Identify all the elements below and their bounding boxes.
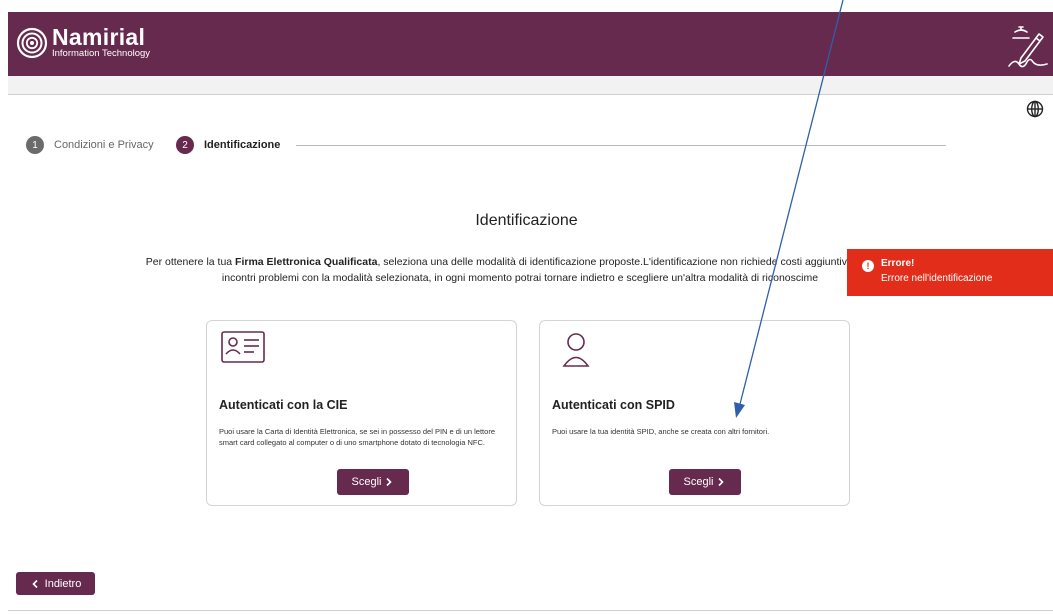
progress-stepper: 1 Condizioni e Privacy 2 Identificazione: [26, 136, 946, 154]
top-bar: Namirial Information Technology: [8, 12, 1053, 76]
step-identification: 2 Identificazione: [176, 136, 280, 154]
toast-title: Errore!: [881, 258, 915, 269]
step-label: Condizioni e Privacy: [54, 139, 154, 151]
step-number: 1: [26, 136, 44, 154]
card-title: Autenticati con la CIE: [219, 398, 348, 412]
stepper-line: [296, 145, 946, 146]
step-number: 2: [176, 136, 194, 154]
step-label: Identificazione: [204, 139, 281, 151]
product-name: Firma Elettronica Qualificata: [235, 256, 378, 268]
page-title: Identificazione: [475, 212, 578, 229]
card-description: Puoi usare la tua identità SPID, anche s…: [552, 427, 770, 436]
choose-cie-button[interactable]: Scegli: [337, 469, 409, 495]
choose-spid-button[interactable]: Scegli: [669, 469, 741, 495]
error-toast[interactable]: ! Errore! Errore nell'identificazione: [847, 249, 1053, 296]
brand-logo[interactable]: Namirial Information Technology: [16, 26, 150, 59]
signature-pen-icon: [1008, 26, 1048, 68]
spid-option-card: Autenticati con SPID Puoi usare la tua i…: [539, 320, 850, 506]
globe-icon[interactable]: [1026, 100, 1044, 118]
sub-header-bar: [8, 76, 1053, 95]
footer-divider: [8, 610, 1053, 611]
card-description: Puoi usare la Carta di Identità Elettron…: [219, 427, 495, 447]
step-conditions-privacy[interactable]: 1 Condizioni e Privacy: [26, 136, 154, 154]
brand-subtitle: Information Technology: [52, 48, 151, 59]
id-card-icon: [221, 331, 265, 363]
user-icon: [562, 333, 590, 367]
cie-option-card: Autenticati con la CIE Puoi usare la Car…: [206, 320, 517, 506]
error-icon: !: [862, 260, 874, 272]
namirial-logo-icon: [16, 27, 48, 58]
brand-name: Namirial: [52, 24, 146, 50]
back-button[interactable]: Indietro: [16, 572, 95, 595]
chevron-right-icon: [718, 477, 725, 487]
chevron-left-icon: [32, 579, 38, 588]
card-title: Autenticati con SPID: [552, 398, 675, 412]
chevron-right-icon: [386, 477, 393, 487]
toast-message: Errore nell'identificazione: [881, 273, 993, 284]
